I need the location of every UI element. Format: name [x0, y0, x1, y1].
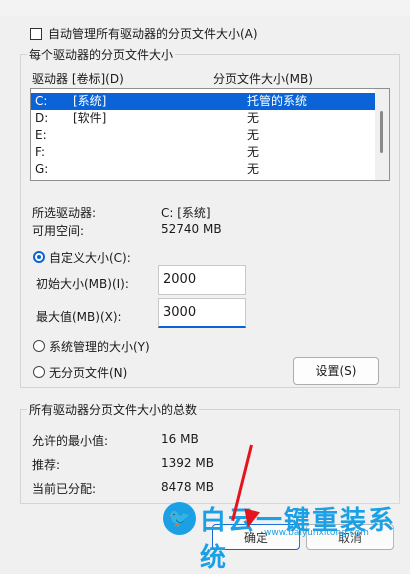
per-drive-group-title: 每个驱动器的分页文件大小 [27, 46, 176, 63]
selected-drive-value: C: [系统] [161, 206, 211, 220]
drive-volume-label: [软件] [73, 111, 107, 125]
recommended-value: 1392 MB [161, 456, 214, 470]
free-space-label: 可用空间: [32, 224, 85, 238]
drive-size: 无 [247, 111, 260, 125]
free-space-value: 52740 MB [161, 222, 222, 236]
drive-column-header: 驱动器 [卷标](D) [32, 72, 124, 86]
no-paging-file-radio[interactable] [33, 366, 45, 378]
bird-icon: 🐦 [163, 502, 196, 535]
drive-row-d[interactable]: D: [软件] 无 [31, 110, 375, 127]
drive-size: 无 [247, 128, 260, 142]
drive-letter: D: [35, 111, 49, 125]
drive-row-e[interactable]: E: 无 [31, 127, 375, 144]
scrollbar-thumb[interactable] [380, 111, 383, 153]
auto-manage-label: 自动管理所有驱动器的分页文件大小(A) [48, 27, 258, 41]
custom-size-label: 自定义大小(C): [49, 251, 131, 265]
initial-size-input[interactable]: 2000 [158, 265, 246, 295]
drive-row-f[interactable]: F: 无 [31, 144, 375, 161]
custom-size-radio[interactable] [33, 251, 45, 263]
drive-size: 托管的系统 [247, 94, 308, 108]
recommended-label: 推荐: [32, 458, 61, 472]
auto-manage-checkbox[interactable] [30, 28, 42, 40]
drive-listbox[interactable]: C: [系统] 托管的系统 D: [软件] 无 E: 无 F: 无 G: 无 [30, 88, 390, 181]
min-allowed-value: 16 MB [161, 432, 199, 446]
system-managed-radio[interactable] [33, 340, 45, 352]
size-column-header: 分页文件大小(MB) [213, 72, 313, 86]
initial-size-label: 初始大小(MB)(I): [36, 277, 129, 291]
system-managed-label: 系统管理的大小(Y) [49, 340, 150, 354]
listbox-scrollbar[interactable] [375, 89, 389, 180]
watermark-url: www.baiyunxitong.com [264, 528, 369, 538]
drive-letter: E: [35, 128, 47, 142]
current-allocated-label: 当前已分配: [32, 482, 97, 496]
total-group-title: 所有驱动器分页文件大小的总数 [27, 401, 200, 418]
min-allowed-label: 允许的最小值: [32, 434, 109, 448]
max-size-label: 最大值(MB)(X): [36, 310, 122, 324]
title-bar-strip [0, 0, 410, 16]
current-allocated-value: 8478 MB [161, 480, 214, 494]
drive-volume-label: [系统] [73, 94, 107, 108]
drive-size: 无 [247, 162, 260, 176]
drive-row-g[interactable]: G: 无 [31, 161, 375, 178]
drive-size: 无 [247, 145, 260, 159]
set-button[interactable]: 设置(S) [293, 357, 379, 385]
selected-drive-label: 所选驱动器: [32, 206, 97, 220]
drive-row-c[interactable]: C: [系统] 托管的系统 [31, 93, 375, 110]
drive-letter: F: [35, 145, 46, 159]
drive-letter: G: [35, 162, 49, 176]
no-paging-file-label: 无分页文件(N) [49, 366, 128, 380]
drive-letter: C: [35, 94, 48, 108]
max-size-input[interactable]: 3000 [158, 298, 246, 328]
